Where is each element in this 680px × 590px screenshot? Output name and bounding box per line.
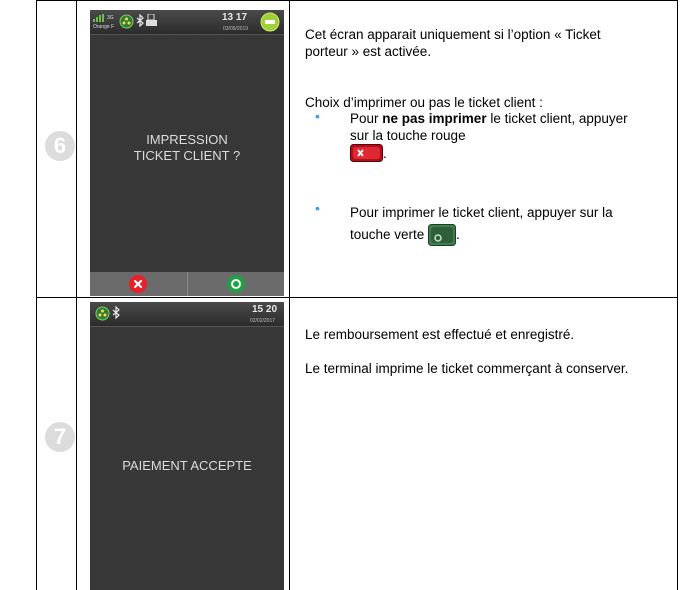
clock-time-2: 15 20 <box>252 304 278 315</box>
desc-7-paragraph-2: Le terminal imprime le ticket commerçant… <box>305 361 629 376</box>
desc-6-bullet-2: Pour imprimer le ticket client, appuyer … <box>350 202 640 246</box>
screen-message-accepted: PAIEMENT ACCEPTE <box>122 458 252 473</box>
clock-date: 03/09/2019 <box>223 26 249 32</box>
ok-button[interactable] <box>226 275 245 293</box>
terminal-status-icon-2 <box>95 306 110 321</box>
battery-icon <box>260 12 280 32</box>
screen-message-line-1: IMPRESSION <box>146 132 228 147</box>
circle-ok-icon <box>230 279 241 289</box>
bullet-2-text: Pour imprimer le ticket client, appuyer … <box>350 205 613 242</box>
screen-message-line-2: TICKET CLIENT ? <box>133 148 241 163</box>
network-type: 3G <box>107 15 114 21</box>
table-divider-2 <box>289 0 290 590</box>
operator-name: Orange F <box>93 24 115 30</box>
bullet-2-end: . <box>456 227 460 242</box>
status-bar-2: 15 20 02/02/2017 <box>90 302 284 327</box>
desc-7-paragraph-1: Le remboursement est effectué et enregis… <box>305 327 575 342</box>
desc-6-bullet-1: Pour ne pas imprimer le ticket client, a… <box>350 110 640 162</box>
red-key-icon <box>350 144 383 162</box>
cancel-softkey[interactable] <box>90 272 187 296</box>
step-number-7: 7 <box>45 422 75 452</box>
table-divider-1 <box>76 0 77 590</box>
terminal-screen-payment-accepted: 15 20 02/02/2017 PAIEMENT ACCEPTE <box>90 302 284 590</box>
status-bar: 3G Orange F 13 17 03/09/2019 <box>90 10 284 35</box>
terminal-status-icon <box>119 14 134 29</box>
row-separator <box>36 297 678 298</box>
cancel-button[interactable] <box>129 275 148 293</box>
bullet-1-end: . <box>383 146 387 161</box>
desc-6-paragraph-1: Cet écran apparait uniquement si l’optio… <box>305 27 601 59</box>
signal-icon <box>93 14 104 22</box>
bullet-2-marker: • <box>315 200 320 216</box>
bluetooth-icon <box>136 14 144 27</box>
bluetooth-icon-2 <box>112 306 120 319</box>
table-border-right <box>677 0 678 590</box>
ok-softkey[interactable] <box>186 272 285 296</box>
bullet-1-marker: • <box>315 108 320 124</box>
desc-6-paragraph-2: Choix d’imprimer ou pas le ticket client… <box>305 95 543 110</box>
terminal-screen-print-ticket: 3G Orange F 13 17 03/09/2019 IMPRESSION … <box>90 10 284 296</box>
printer-icon <box>146 14 157 26</box>
clock-time: 13 17 <box>222 12 248 23</box>
clock-date-2: 02/02/2017 <box>250 318 276 324</box>
softkey-bar <box>90 272 284 296</box>
cross-icon <box>134 279 143 289</box>
table-border-top <box>36 0 678 1</box>
bullet-1-prefix: Pour <box>350 111 383 126</box>
bullet-1-bold: ne pas imprimer <box>382 111 487 126</box>
green-key-icon <box>428 224 457 246</box>
step-number-6: 6 <box>45 131 75 161</box>
table-border-left <box>36 0 37 590</box>
